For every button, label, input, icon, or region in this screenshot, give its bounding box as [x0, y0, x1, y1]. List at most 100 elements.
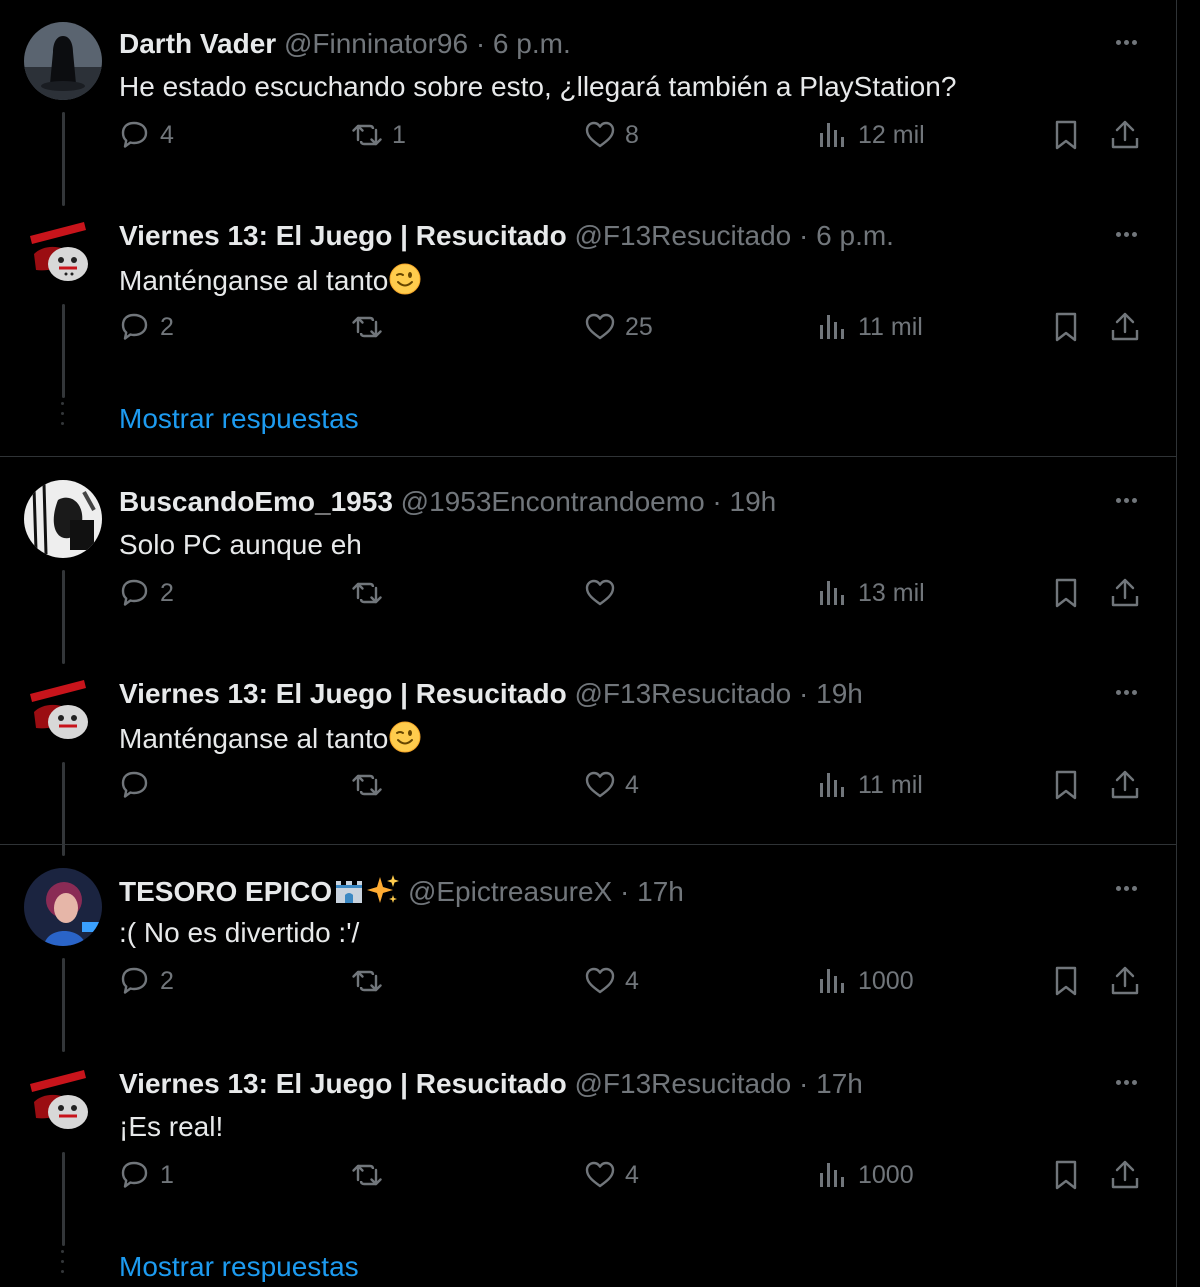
share-icon: [1111, 578, 1139, 607]
author-handle[interactable]: @F13Resucitado: [574, 678, 791, 709]
timestamp[interactable]: 6 p.m.: [816, 220, 894, 251]
emoji: [388, 721, 422, 754]
avatar[interactable]: [24, 672, 102, 750]
avatar[interactable]: [24, 1062, 102, 1140]
retweet-button[interactable]: [350, 767, 392, 803]
views-button[interactable]: 13 mil: [816, 575, 925, 611]
share-button[interactable]: [1108, 767, 1142, 803]
retweet-count: 1: [392, 120, 406, 149]
author-name[interactable]: Viernes 13: El Juego | Resucitado: [119, 678, 567, 709]
views-button[interactable]: 1000: [816, 963, 914, 999]
views-count: 13 mil: [858, 578, 925, 607]
tweet: Darth Vader @Finninator96 · 6 p.m. He est…: [0, 0, 1176, 206]
avatar[interactable]: [24, 214, 102, 292]
author-name[interactable]: TESORO EPICO: [119, 876, 332, 907]
views-button[interactable]: 11 mil: [816, 767, 923, 803]
reply-button[interactable]: [118, 767, 160, 803]
like-count: 25: [625, 312, 653, 341]
dot: [61, 1250, 64, 1253]
like-button[interactable]: 25: [583, 309, 653, 345]
share-icon: [1111, 312, 1139, 341]
ellipsis-dot: [1132, 40, 1137, 45]
winking-face-emoji: [389, 721, 421, 753]
thread-connector: [62, 762, 65, 856]
like-button[interactable]: 4: [583, 963, 639, 999]
bookmark-button[interactable]: [1049, 963, 1083, 999]
avatar[interactable]: [24, 480, 102, 558]
ellipsis-dot: [1132, 886, 1137, 891]
timestamp[interactable]: 6 p.m.: [493, 28, 571, 59]
author-name[interactable]: Viernes 13: El Juego | Resucitado: [119, 1068, 567, 1099]
author-name[interactable]: BuscandoEmo_1953: [119, 486, 393, 517]
author-handle[interactable]: @F13Resucitado: [574, 1068, 791, 1099]
author-name[interactable]: Darth Vader: [119, 28, 276, 59]
reply-count: 4: [160, 120, 174, 149]
avatar[interactable]: [24, 868, 102, 946]
reply-button[interactable]: 4: [118, 117, 174, 153]
avatar[interactable]: [24, 22, 102, 100]
retweet-button[interactable]: [350, 1157, 392, 1193]
retweet-button[interactable]: 1: [350, 117, 406, 153]
views-button[interactable]: 11 mil: [816, 309, 923, 345]
tweet-header: TESORO EPICO @EpictreasureX · 17h: [119, 873, 684, 909]
retweet-button[interactable]: [350, 309, 392, 345]
reply-button[interactable]: 1: [118, 1157, 174, 1193]
share-button[interactable]: [1108, 309, 1142, 345]
bookmark-icon: [1055, 312, 1077, 342]
author-handle[interactable]: @F13Resucitado: [574, 220, 791, 251]
tweet-text: Manténganse al tanto: [119, 720, 422, 756]
timestamp[interactable]: 17h: [637, 876, 684, 907]
emoji: [388, 263, 422, 296]
show-replies-link[interactable]: Mostrar respuestas: [119, 1250, 359, 1284]
reply-button[interactable]: 2: [118, 575, 174, 611]
more-options-button[interactable]: [1108, 30, 1144, 54]
more-options-button[interactable]: [1108, 1070, 1144, 1094]
heart-icon: [585, 1161, 615, 1188]
ellipsis-dot: [1124, 886, 1129, 891]
author-handle[interactable]: @1953Encontrandoemo: [401, 486, 705, 517]
share-button[interactable]: [1108, 117, 1142, 153]
more-options-button[interactable]: [1108, 876, 1144, 900]
show-replies-link[interactable]: Mostrar respuestas: [119, 402, 359, 436]
reply-button[interactable]: 2: [118, 963, 174, 999]
timestamp[interactable]: 17h: [816, 1068, 863, 1099]
more-options-button[interactable]: [1108, 488, 1144, 512]
bookmark-button[interactable]: [1049, 575, 1083, 611]
share-button[interactable]: [1108, 575, 1142, 611]
winking-face-emoji: [389, 263, 421, 295]
share-button[interactable]: [1108, 1157, 1142, 1193]
separator-dot: ·: [799, 678, 809, 709]
like-button[interactable]: 4: [583, 1157, 639, 1193]
ellipsis-dot: [1124, 40, 1129, 45]
separator-dot: ·: [620, 876, 630, 907]
dot: [61, 402, 64, 405]
tweet: Viernes 13: El Juego | Resucitado @F13Re…: [0, 1040, 1176, 1246]
ellipsis-dot: [1116, 498, 1121, 503]
ellipsis-dot: [1132, 1080, 1137, 1085]
reply-button[interactable]: 2: [118, 309, 174, 345]
ellipsis-dot: [1116, 1080, 1121, 1085]
bookmark-button[interactable]: [1049, 309, 1083, 345]
more-options-button[interactable]: [1108, 680, 1144, 704]
more-options-button[interactable]: [1108, 222, 1144, 246]
retweet-button[interactable]: [350, 963, 392, 999]
like-button[interactable]: 4: [583, 767, 639, 803]
bookmark-button[interactable]: [1049, 117, 1083, 153]
author-handle[interactable]: @EpictreasureX: [408, 876, 612, 907]
timestamp[interactable]: 19h: [816, 678, 863, 709]
share-button[interactable]: [1108, 963, 1142, 999]
like-button[interactable]: 8: [583, 117, 639, 153]
ellipsis-dot: [1124, 232, 1129, 237]
timestamp[interactable]: 19h: [730, 486, 777, 517]
reply-count: 2: [160, 966, 174, 995]
retweet-button[interactable]: [350, 575, 392, 611]
views-button[interactable]: 1000: [816, 1157, 914, 1193]
author-handle[interactable]: @Finninator96: [284, 28, 468, 59]
thread-connector: [62, 304, 65, 398]
views-button[interactable]: 12 mil: [816, 117, 925, 153]
bookmark-button[interactable]: [1049, 767, 1083, 803]
tweet-header: Viernes 13: El Juego | Resucitado @F13Re…: [119, 677, 863, 711]
bookmark-button[interactable]: [1049, 1157, 1083, 1193]
like-button[interactable]: [583, 575, 625, 611]
author-name[interactable]: Viernes 13: El Juego | Resucitado: [119, 220, 567, 251]
